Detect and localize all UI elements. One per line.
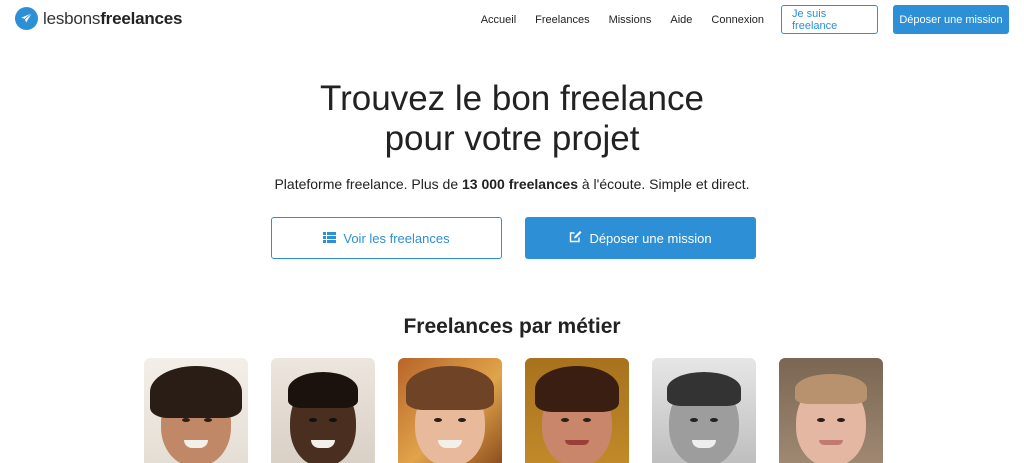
freelance-card[interactable]	[779, 358, 883, 463]
logo-text: lesbonsfreelances	[43, 8, 183, 28]
logo[interactable]: lesbonsfreelances	[15, 7, 183, 30]
nav-aide[interactable]: Aide	[670, 14, 692, 26]
section-title: Freelances par métier	[403, 315, 621, 338]
je-suis-freelance-button[interactable]: Je suis freelance	[781, 5, 878, 34]
site-header: lesbonsfreelances Accueil Freelances Mis…	[0, 0, 1024, 38]
freelance-count: 13 000 freelances	[462, 176, 578, 192]
voir-freelances-button[interactable]: Voir les freelances	[271, 217, 502, 259]
paper-plane-icon	[15, 7, 38, 30]
edit-icon	[569, 230, 582, 246]
nav-missions[interactable]: Missions	[609, 14, 652, 26]
freelance-card[interactable]	[525, 358, 629, 463]
nav-freelances[interactable]: Freelances	[535, 14, 589, 26]
freelance-card[interactable]	[398, 358, 502, 463]
hero-title-line2: pour votre projet	[384, 119, 640, 158]
main-nav: Accueil Freelances Missions Aide Connexi…	[481, 5, 1009, 34]
hero-title-line1: Trouvez le bon freelance	[320, 79, 704, 118]
freelance-card[interactable]	[144, 358, 248, 463]
deposer-mission-button[interactable]: Déposer une mission	[525, 217, 756, 259]
deposer-mission-header-button[interactable]: Déposer une mission	[893, 5, 1009, 34]
hero-title: Trouvez le bon freelance pour votre proj…	[0, 79, 1024, 159]
freelance-card[interactable]	[271, 358, 375, 463]
freelance-card[interactable]	[652, 358, 756, 463]
nav-connexion[interactable]: Connexion	[711, 14, 764, 26]
freelance-cards	[144, 358, 883, 463]
hero-subtitle: Plateforme freelance. Plus de 13 000 fre…	[274, 176, 750, 192]
nav-accueil[interactable]: Accueil	[481, 14, 516, 26]
list-icon	[323, 231, 337, 246]
deposer-mission-label: Déposer une mission	[589, 230, 712, 246]
voir-freelances-label: Voir les freelances	[343, 230, 450, 246]
